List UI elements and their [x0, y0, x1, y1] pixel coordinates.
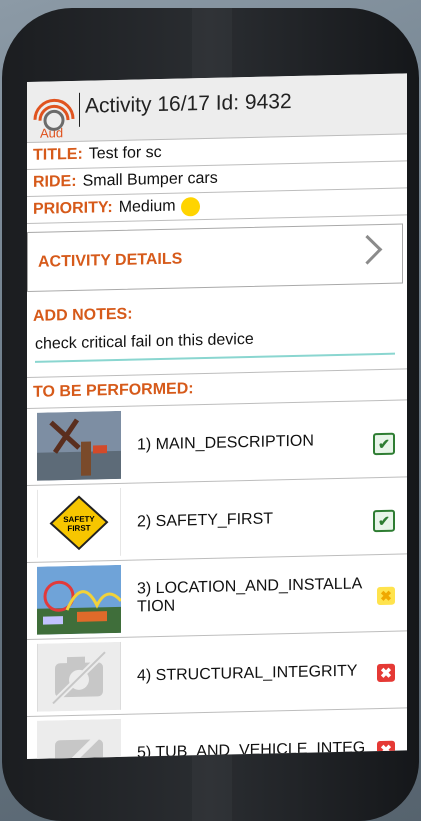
header-divider	[79, 92, 80, 127]
priority-value: Medium	[118, 197, 176, 216]
activity-details-button[interactable]: ACTIVITY DETAILS	[27, 223, 403, 292]
title-label: TITLE:	[33, 145, 83, 164]
ride-photo-icon	[37, 410, 121, 481]
ride-value: Small Bumper cars	[82, 169, 218, 190]
check-icon[interactable]: ✔	[373, 432, 395, 456]
item-label: 4) STRUCTURAL_INTEGRITY	[137, 662, 358, 685]
item-label: 3) LOCATION_AND_INSTALLA TION	[137, 575, 362, 616]
app-logo-icon: Aud	[33, 98, 75, 140]
item-label: 2) SAFETY_FIRST	[137, 510, 274, 531]
activity-details-label: ACTIVITY DETAILS	[38, 250, 183, 271]
priority-label: PRIORITY:	[33, 199, 113, 218]
priority-dot-icon	[180, 196, 200, 217]
ride-label: RIDE:	[33, 172, 77, 191]
list-item[interactable]: 4) STRUCTURAL_INTEGRITY ✖	[27, 631, 407, 717]
no-photo-icon	[37, 641, 121, 712]
x-icon[interactable]: ✖	[377, 586, 395, 606]
x-icon[interactable]: ✖	[377, 663, 395, 683]
notes-input[interactable]: check critical fail on this device	[35, 327, 395, 363]
amusement-park-photo-icon	[37, 564, 121, 635]
list-item[interactable]: 5) TUB_AND_VEHICLE_INTEG ✖	[27, 708, 407, 760]
item-label: 1) MAIN_DESCRIPTION	[137, 432, 314, 454]
svg-text:SAFETY: SAFETY	[63, 514, 95, 524]
list-item[interactable]: 1) MAIN_DESCRIPTION ✔	[27, 400, 407, 486]
app-header: Aud Activity 16/17 Id: 9432	[27, 73, 407, 143]
safety-first-sign-icon: SAFETY FIRST	[37, 487, 121, 558]
chevron-right-icon	[352, 234, 383, 265]
svg-text:FIRST: FIRST	[67, 524, 90, 534]
to-be-performed-label: TO BE PERFORMED:	[33, 380, 194, 401]
add-notes-label: ADD NOTES:	[33, 305, 133, 325]
list-item[interactable]: 3) LOCATION_AND_INSTALLA TION ✖	[27, 554, 407, 640]
check-icon[interactable]: ✔	[373, 509, 395, 533]
no-photo-icon	[37, 718, 121, 760]
page-title: Activity 16/17 Id: 9432	[85, 89, 292, 118]
list-item[interactable]: SAFETY FIRST 2) SAFETY_FIRST ✔	[27, 477, 407, 563]
svg-text:Aud: Aud	[40, 125, 63, 140]
title-value: Test for sc	[88, 143, 162, 163]
app-screen: Aud Activity 16/17 Id: 9432 TITLE: Test …	[27, 73, 407, 760]
